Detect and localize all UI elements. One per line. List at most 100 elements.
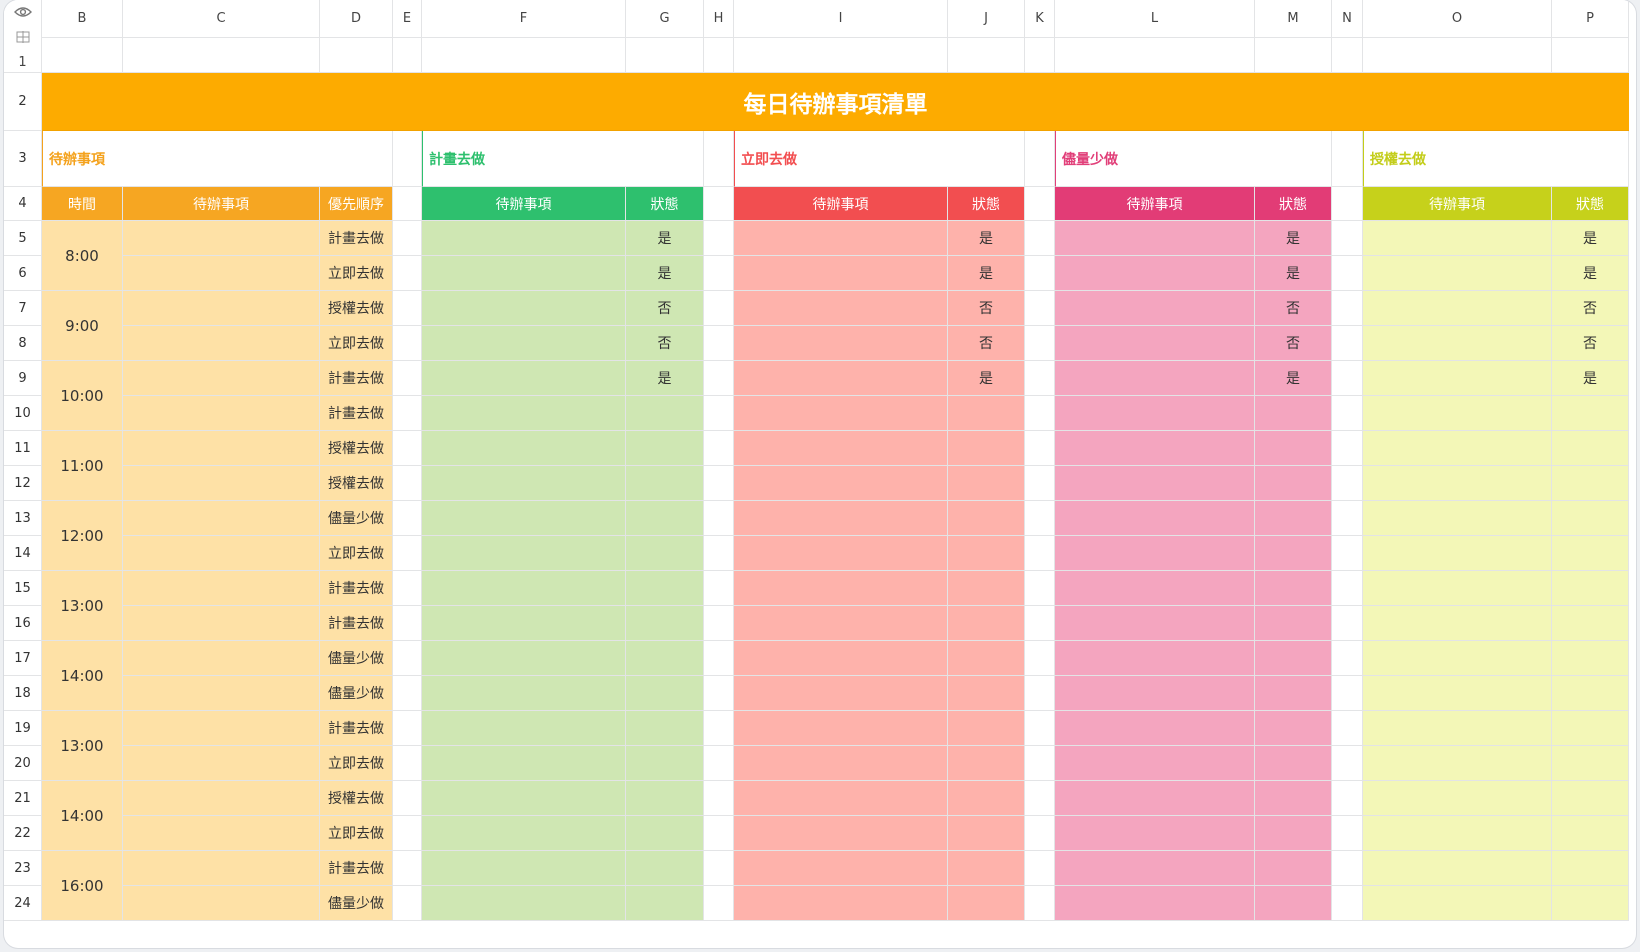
cell-N13[interactable] — [1332, 501, 1363, 536]
cell-O8[interactable] — [1363, 326, 1552, 361]
priority-cell[interactable]: 計畫去做 — [320, 361, 393, 396]
cell-H14[interactable] — [704, 536, 734, 571]
cell-E1[interactable] — [393, 38, 422, 73]
cell-P1[interactable] — [1552, 38, 1629, 73]
cell-N1[interactable] — [1332, 38, 1363, 73]
status-cell[interactable]: 是 — [626, 361, 704, 396]
cell-J22[interactable] — [948, 816, 1025, 851]
cell-I12[interactable] — [734, 466, 948, 501]
cell-K21[interactable] — [1025, 781, 1055, 816]
table-header[interactable]: 待辦事項 — [734, 187, 948, 221]
cell-K3[interactable] — [1025, 131, 1055, 187]
cell-O23[interactable] — [1363, 851, 1552, 886]
cell-E17[interactable] — [393, 641, 422, 676]
cell-N6[interactable] — [1332, 256, 1363, 291]
row-header-5[interactable]: 5 — [4, 221, 42, 256]
row-header-23[interactable]: 23 — [4, 851, 42, 886]
cell-H23[interactable] — [704, 851, 734, 886]
cell-L6[interactable] — [1055, 256, 1255, 291]
column-header-B[interactable]: B — [42, 0, 123, 38]
cell-N24[interactable] — [1332, 886, 1363, 921]
cell-H15[interactable] — [704, 571, 734, 606]
cell-H13[interactable] — [704, 501, 734, 536]
cell-G24[interactable] — [626, 886, 704, 921]
cell-P15[interactable] — [1552, 571, 1629, 606]
cell-F23[interactable] — [422, 851, 626, 886]
status-cell[interactable]: 是 — [1255, 256, 1332, 291]
priority-cell[interactable]: 儘量少做 — [320, 676, 393, 711]
cell-H7[interactable] — [704, 291, 734, 326]
cell-N22[interactable] — [1332, 816, 1363, 851]
cell-I1[interactable] — [734, 38, 948, 73]
cell-I6[interactable] — [734, 256, 948, 291]
row-header-10[interactable]: 10 — [4, 396, 42, 431]
time-cell[interactable]: 13:00 — [42, 711, 123, 781]
priority-cell[interactable]: 儘量少做 — [320, 641, 393, 676]
cell-N18[interactable] — [1332, 676, 1363, 711]
cell-L14[interactable] — [1055, 536, 1255, 571]
status-cell[interactable]: 否 — [948, 291, 1025, 326]
column-header-D[interactable]: D — [320, 0, 393, 38]
priority-cell[interactable]: 計畫去做 — [320, 606, 393, 641]
cell-J17[interactable] — [948, 641, 1025, 676]
cell-O21[interactable] — [1363, 781, 1552, 816]
status-cell[interactable]: 是 — [626, 221, 704, 256]
cell-L1[interactable] — [1055, 38, 1255, 73]
cell-L10[interactable] — [1055, 396, 1255, 431]
cell-I8[interactable] — [734, 326, 948, 361]
cell-I7[interactable] — [734, 291, 948, 326]
cell-G15[interactable] — [626, 571, 704, 606]
cell-O19[interactable] — [1363, 711, 1552, 746]
cell-C12[interactable] — [123, 466, 320, 501]
row-header-20[interactable]: 20 — [4, 746, 42, 781]
cell-H11[interactable] — [704, 431, 734, 466]
status-cell[interactable]: 否 — [626, 291, 704, 326]
cell-F19[interactable] — [422, 711, 626, 746]
cell-D1[interactable] — [320, 38, 393, 73]
status-cell[interactable]: 否 — [1552, 291, 1629, 326]
cell-E9[interactable] — [393, 361, 422, 396]
cell-L24[interactable] — [1055, 886, 1255, 921]
cell-F18[interactable] — [422, 676, 626, 711]
cell-J15[interactable] — [948, 571, 1025, 606]
status-cell[interactable]: 是 — [1255, 221, 1332, 256]
cell-F21[interactable] — [422, 781, 626, 816]
cell-J21[interactable] — [948, 781, 1025, 816]
eye-icon[interactable] — [13, 6, 32, 18]
time-cell[interactable]: 12:00 — [42, 501, 123, 571]
section-label[interactable]: 待辦事項 — [42, 131, 393, 187]
column-header-C[interactable]: C — [123, 0, 320, 38]
column-header-J[interactable]: J — [948, 0, 1025, 38]
cell-E3[interactable] — [393, 131, 422, 187]
row-header-1[interactable]: 1 — [18, 55, 26, 70]
cell-K15[interactable] — [1025, 571, 1055, 606]
row-header-3[interactable]: 3 — [4, 131, 42, 187]
table-header[interactable]: 待辦事項 — [1363, 187, 1552, 221]
row-header-24[interactable]: 24 — [4, 886, 42, 921]
row-header-19[interactable]: 19 — [4, 711, 42, 746]
cell-P19[interactable] — [1552, 711, 1629, 746]
cell-E13[interactable] — [393, 501, 422, 536]
cell-I13[interactable] — [734, 501, 948, 536]
cell-N20[interactable] — [1332, 746, 1363, 781]
cell-L22[interactable] — [1055, 816, 1255, 851]
cell-O9[interactable] — [1363, 361, 1552, 396]
priority-cell[interactable]: 計畫去做 — [320, 221, 393, 256]
cell-J10[interactable] — [948, 396, 1025, 431]
row-header-2[interactable]: 2 — [4, 73, 42, 131]
cell-P14[interactable] — [1552, 536, 1629, 571]
cell-K8[interactable] — [1025, 326, 1055, 361]
cell-N21[interactable] — [1332, 781, 1363, 816]
cell-N5[interactable] — [1332, 221, 1363, 256]
cell-M12[interactable] — [1255, 466, 1332, 501]
column-header-F[interactable]: F — [422, 0, 626, 38]
cell-K16[interactable] — [1025, 606, 1055, 641]
cell-E10[interactable] — [393, 396, 422, 431]
column-header-O[interactable]: O — [1363, 0, 1552, 38]
priority-cell[interactable]: 立即去做 — [320, 746, 393, 781]
cell-K13[interactable] — [1025, 501, 1055, 536]
cell-C8[interactable] — [123, 326, 320, 361]
cell-N19[interactable] — [1332, 711, 1363, 746]
cell-O5[interactable] — [1363, 221, 1552, 256]
cell-L21[interactable] — [1055, 781, 1255, 816]
